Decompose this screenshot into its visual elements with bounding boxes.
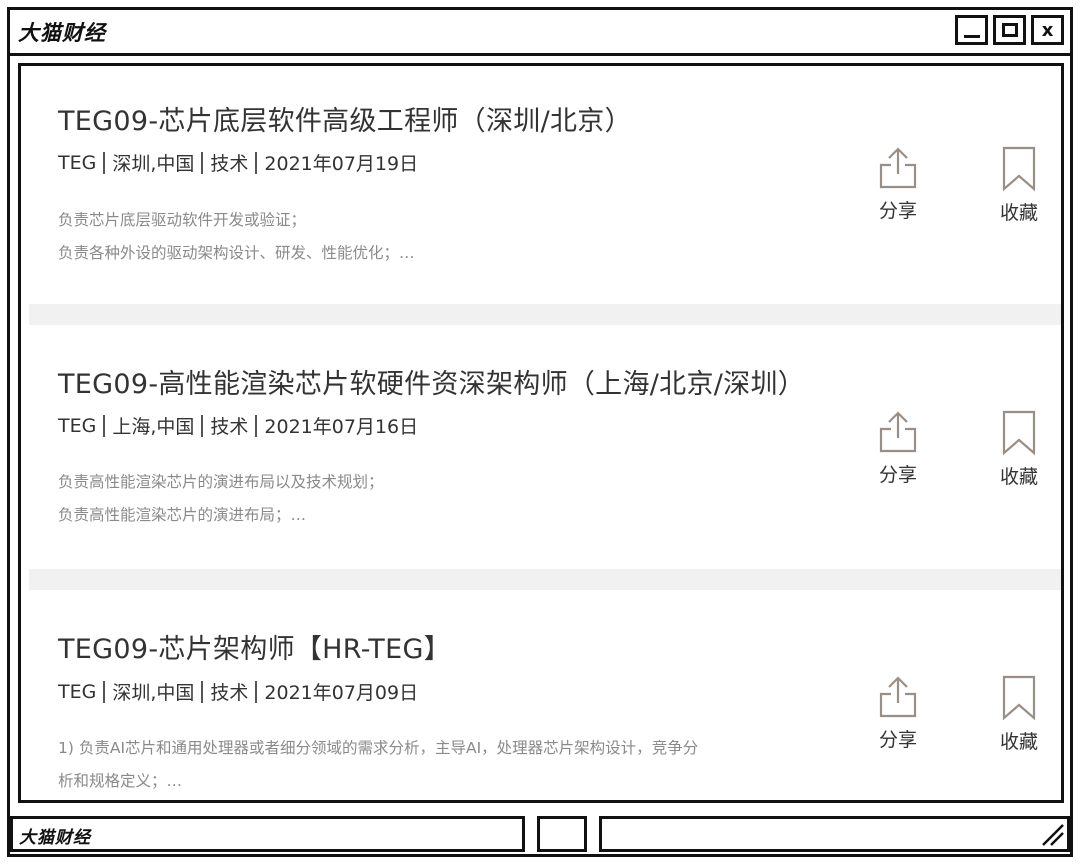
job-title[interactable]: TEG09-高性能渲染芯片软硬件资深架构师（上海/北京/深圳） (58, 362, 805, 401)
meta-location: 深圳,中国 (112, 153, 195, 175)
job-description: 负责高性能渲染芯片的演进布局以及技术规划； 负责高性能渲染芯片的演进布局；… (58, 466, 798, 532)
job-title[interactable]: TEG09-芯片底层软件高级工程师（深圳/北京） (58, 99, 632, 138)
minimize-button[interactable] (955, 15, 988, 45)
meta-divider (201, 414, 204, 437)
meta-date: 2021年07月19日 (264, 153, 419, 175)
meta-category: 技术 (210, 153, 249, 175)
status-panel-wide (599, 816, 1070, 852)
job-card[interactable]: TEG09-高性能渲染芯片软硬件资深架构师（上海/北京/深圳） TEG 上海,中… (29, 325, 1061, 569)
job-list: TEG09-芯片底层软件高级工程师（深圳/北京） TEG 深圳,中国 技术 20… (18, 63, 1064, 803)
meta-group: TEG (58, 414, 97, 437)
maximize-icon (1001, 23, 1018, 37)
share-button[interactable]: 分享 (858, 675, 938, 752)
card-divider (29, 304, 1061, 325)
meta-location: 上海,中国 (112, 416, 195, 438)
save-button[interactable]: 收藏 (979, 410, 1059, 489)
meta-date: 2021年07月09日 (264, 682, 419, 704)
card-divider (29, 569, 1061, 590)
status-title-panel: 大猫财经 (10, 816, 525, 852)
meta-date: 2021年07月16日 (264, 416, 419, 438)
share-icon (879, 147, 917, 189)
job-title[interactable]: TEG09-芯片架构师【HR-TEG】 (58, 627, 451, 666)
resize-grip-icon[interactable] (1039, 821, 1065, 847)
save-button[interactable]: 收藏 (979, 675, 1059, 754)
job-description-line: 1) 负责AI芯片和通用处理器或者细分领域的需求分析，主导AI，处理器芯片架构设… (58, 739, 699, 757)
close-button[interactable]: x (1031, 15, 1064, 45)
bookmark-icon (1002, 146, 1036, 192)
meta-group: TEG (58, 680, 97, 703)
job-meta: TEG 上海,中国 技术 2021年07月16日 (58, 412, 418, 439)
meta-group: TEG (58, 151, 97, 174)
meta-divider (201, 151, 204, 174)
meta-divider (255, 414, 258, 437)
status-bar: 大猫财经 (10, 810, 1070, 854)
meta-divider (103, 151, 106, 174)
job-description: 负责芯片底层驱动软件开发或验证； 负责各种外设的驱动架构设计、研发、性能优化；… (58, 204, 798, 270)
job-meta: TEG 深圳,中国 技术 2021年07月09日 (58, 678, 418, 705)
job-description: 1) 负责AI芯片和通用处理器或者细分领域的需求分析，主导AI，处理器芯片架构设… (58, 732, 798, 798)
job-card[interactable]: TEG09-芯片底层软件高级工程师（深圳/北京） TEG 深圳,中国 技术 20… (29, 66, 1061, 304)
share-icon (879, 676, 917, 718)
meta-category: 技术 (210, 416, 249, 438)
window-title: 大猫财经 (18, 21, 106, 45)
save-label: 收藏 (999, 466, 1038, 488)
meta-divider (201, 680, 204, 703)
meta-divider (103, 414, 106, 437)
save-label: 收藏 (999, 202, 1038, 224)
share-button[interactable]: 分享 (858, 146, 938, 223)
save-button[interactable]: 收藏 (979, 146, 1059, 225)
meta-divider (255, 151, 258, 174)
title-bar: 大猫财经 x (10, 10, 1070, 56)
close-icon: x (1041, 19, 1054, 41)
status-title: 大猫财经 (19, 828, 91, 848)
save-label: 收藏 (999, 731, 1038, 753)
job-card[interactable]: TEG09-芯片架构师【HR-TEG】 TEG 深圳,中国 技术 2021年07… (29, 590, 1061, 800)
share-label: 分享 (878, 200, 917, 222)
minimize-icon (963, 34, 980, 38)
meta-divider (255, 680, 258, 703)
meta-location: 深圳,中国 (112, 682, 195, 704)
job-meta: TEG 深圳,中国 技术 2021年07月19日 (58, 149, 418, 176)
maximize-button[interactable] (993, 15, 1026, 45)
app-window: 大猫财经 x TEG09-芯片底层软件高级工程师（深圳/北京） TEG 深圳,中… (7, 7, 1073, 857)
meta-category: 技术 (210, 682, 249, 704)
job-description-line: 负责高性能渲染芯片的演进布局；… (58, 506, 307, 524)
share-label: 分享 (878, 464, 917, 486)
window-controls: x (955, 15, 1064, 45)
meta-divider (103, 680, 106, 703)
share-button[interactable]: 分享 (858, 410, 938, 487)
bookmark-icon (1002, 675, 1036, 721)
job-description-line: 析和规格定义；… (58, 772, 183, 790)
job-description-line: 负责高性能渲染芯片的演进布局以及技术规划； (58, 473, 384, 491)
share-icon (879, 411, 917, 453)
bookmark-icon (1002, 410, 1036, 456)
share-label: 分享 (878, 729, 917, 751)
job-description-line: 负责芯片底层驱动软件开发或验证； (58, 211, 307, 229)
status-panel-small (537, 816, 587, 852)
job-description-line: 负责各种外设的驱动架构设计、研发、性能优化；… (58, 244, 415, 262)
